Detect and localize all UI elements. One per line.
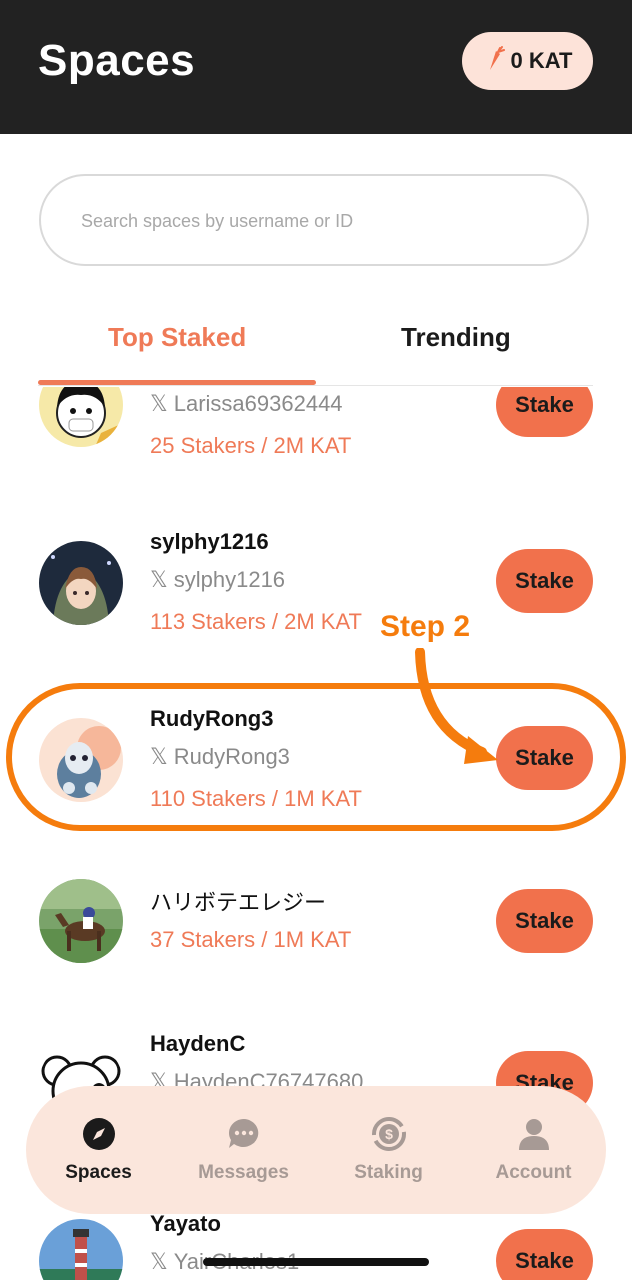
list-item[interactable]: Yayato 𝕏YairCharles1 Stake — [0, 1205, 632, 1280]
list-item[interactable]: ハリボテエレジー 37 Stakers / 1M KAT Stake — [0, 877, 632, 1007]
x-logo-icon: 𝕏 — [150, 567, 168, 592]
x-logo-icon: 𝕏 — [150, 1249, 168, 1274]
nav-item-messages[interactable]: Messages — [171, 1086, 316, 1214]
stake-button[interactable]: Stake — [496, 726, 593, 790]
nav-item-account[interactable]: Account — [461, 1086, 606, 1214]
step-label: Step 2 — [380, 610, 471, 643]
kat-balance-button[interactable]: 0 KAT — [462, 32, 593, 90]
x-handle[interactable]: 𝕏sylphy1216 — [150, 567, 285, 593]
nav-label-messages: Messages — [198, 1162, 289, 1183]
header-bar: Spaces 0 KAT — [0, 0, 632, 134]
nav-label-account: Account — [495, 1162, 572, 1183]
step-arrow-icon — [415, 648, 498, 764]
stake-button[interactable]: Stake — [496, 549, 593, 613]
list-item[interactable]: sylphy1216 𝕏sylphy1216 113 Stakers / 2M … — [0, 527, 632, 677]
nav-label-spaces: Spaces — [65, 1162, 132, 1183]
tab-divider — [38, 385, 593, 386]
x-handle[interactable]: 𝕏 RudyRong3 — [150, 744, 290, 770]
avatar — [39, 879, 123, 963]
kat-balance-label: 0 KAT — [510, 48, 573, 73]
space-name: Yayato — [150, 1211, 221, 1236]
nav-item-spaces[interactable]: Spaces — [26, 1086, 171, 1214]
nav-label-staking: Staking — [354, 1162, 423, 1183]
carrot-icon — [483, 45, 505, 77]
list-item[interactable]: RudyRong3 𝕏 RudyRong3 110 Stakers / 1M KA… — [0, 704, 632, 854]
nav-item-staking[interactable]: $ Staking — [316, 1086, 461, 1214]
bottom-nav: Spaces Messages $ Staking Account — [26, 1086, 606, 1214]
active-tab-indicator — [38, 380, 316, 385]
list-item[interactable]: 𝕏 Larissa69362444 25 Stakers / 2M KAT Sta… — [0, 387, 632, 487]
stake-stats: 110 Stakers / 1M KAT — [150, 786, 362, 811]
space-name: RudyRong3 — [150, 706, 274, 731]
space-name: sylphy1216 — [150, 529, 269, 554]
chat-bubble-icon — [228, 1119, 258, 1148]
search-box[interactable] — [39, 174, 589, 266]
dollar-coin-icon: $ — [371, 1117, 406, 1151]
x-logo-icon: 𝕏 — [150, 391, 168, 416]
compass-icon — [82, 1118, 115, 1150]
stake-stats: 37 Stakers / 1M KAT — [150, 927, 352, 952]
stake-stats: 113 Stakers / 2M KAT — [150, 609, 362, 634]
page-title: Spaces — [38, 36, 196, 85]
search-input[interactable] — [79, 176, 553, 266]
home-indicator — [203, 1258, 429, 1266]
x-logo-icon: 𝕏 — [150, 744, 168, 769]
stake-button[interactable]: Stake — [496, 1229, 593, 1280]
x-handle[interactable]: 𝕏 Larissa69362444 — [150, 391, 343, 417]
svg-text:$: $ — [385, 1126, 393, 1142]
stake-stats: 25 Stakers / 2M KAT — [150, 433, 352, 458]
person-icon — [518, 1119, 549, 1150]
stake-button[interactable]: Stake — [496, 889, 593, 953]
tab-trending[interactable]: Trending — [401, 322, 511, 353]
avatar — [39, 387, 123, 447]
avatar — [39, 541, 123, 625]
avatar — [39, 718, 123, 802]
space-name: ハリボテエレジー — [150, 890, 327, 915]
space-name: HaydenC — [150, 1031, 246, 1056]
tab-top-staked[interactable]: Top Staked — [108, 322, 246, 353]
avatar — [39, 1219, 123, 1280]
stake-button[interactable]: Stake — [496, 387, 593, 437]
